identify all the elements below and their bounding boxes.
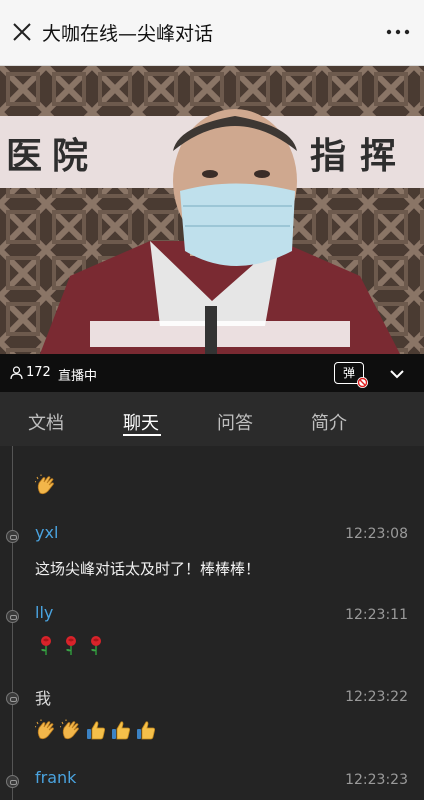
thumbs-emoji-icon — [135, 719, 157, 741]
chat-timeline — [12, 446, 13, 800]
message-time: 12:23:11 — [345, 607, 408, 623]
chevron-down-icon[interactable] — [388, 365, 406, 383]
danmu-toggle-button[interactable]: 弹 — [334, 362, 368, 388]
clap-emoji-icon — [59, 719, 82, 741]
message-dot-icon — [6, 692, 19, 705]
tab-qa[interactable]: 问答 — [217, 409, 253, 435]
message-username[interactable]: frank — [35, 768, 76, 787]
message-dot-icon — [6, 610, 19, 623]
message-time: 12:23:23 — [345, 772, 408, 788]
rose-emoji-icon — [35, 634, 57, 656]
tab-bar: 文档 聊天 问答 简介 — [0, 392, 424, 446]
live-status-bar: 172 直播中 弹 — [0, 354, 424, 392]
thumbs-emoji-icon — [110, 719, 132, 741]
danmu-off-icon — [357, 377, 368, 388]
tab-documents[interactable]: 文档 — [28, 409, 64, 435]
rose-emoji-icon — [60, 634, 82, 656]
message-dot-icon — [6, 530, 19, 543]
more-dots-icon[interactable] — [384, 22, 412, 42]
video-frame: 医 院 指 挥 — [0, 66, 424, 354]
clap-emoji-icon — [34, 719, 57, 741]
message-username[interactable]: 我 — [35, 685, 51, 709]
svg-text:指: 指 — [310, 135, 346, 177]
message-dot-icon — [6, 775, 19, 788]
tab-chat[interactable]: 聊天 — [123, 409, 159, 435]
danmu-label: 弹 — [342, 366, 355, 380]
person-icon — [10, 366, 23, 379]
svg-text:院: 院 — [52, 135, 88, 177]
emoji-row — [34, 474, 57, 496]
live-status-label: 直播中 — [58, 369, 98, 384]
viewer-count: 172 — [10, 365, 51, 380]
emoji-row — [35, 634, 107, 656]
message-username[interactable]: yxl — [35, 523, 58, 542]
chat-list[interactable]: yxl 12:23:08 这场尖峰对话太及时了！棒棒棒！ lly 12:23:1… — [0, 446, 424, 800]
clap-emoji-icon — [34, 474, 57, 496]
page-title: 大咖在线—尖峰对话 — [42, 23, 214, 45]
viewer-count-value: 172 — [26, 365, 51, 380]
message-text: 这场尖峰对话太及时了！棒棒棒！ — [35, 560, 261, 578]
live-video[interactable]: 医 院 指 挥 — [0, 66, 424, 354]
svg-text:医: 医 — [6, 135, 42, 177]
message-time: 12:23:22 — [345, 689, 408, 705]
active-tab-indicator — [123, 434, 161, 436]
top-bar: 大咖在线—尖峰对话 — [0, 0, 424, 66]
svg-text:挥: 挥 — [360, 135, 396, 177]
tab-intro[interactable]: 简介 — [311, 409, 347, 435]
thumbs-emoji-icon — [85, 719, 107, 741]
rose-emoji-icon — [85, 634, 107, 656]
close-icon[interactable] — [10, 20, 34, 44]
message-username[interactable]: lly — [35, 603, 53, 622]
message-time: 12:23:08 — [345, 526, 408, 542]
emoji-row — [34, 719, 157, 741]
